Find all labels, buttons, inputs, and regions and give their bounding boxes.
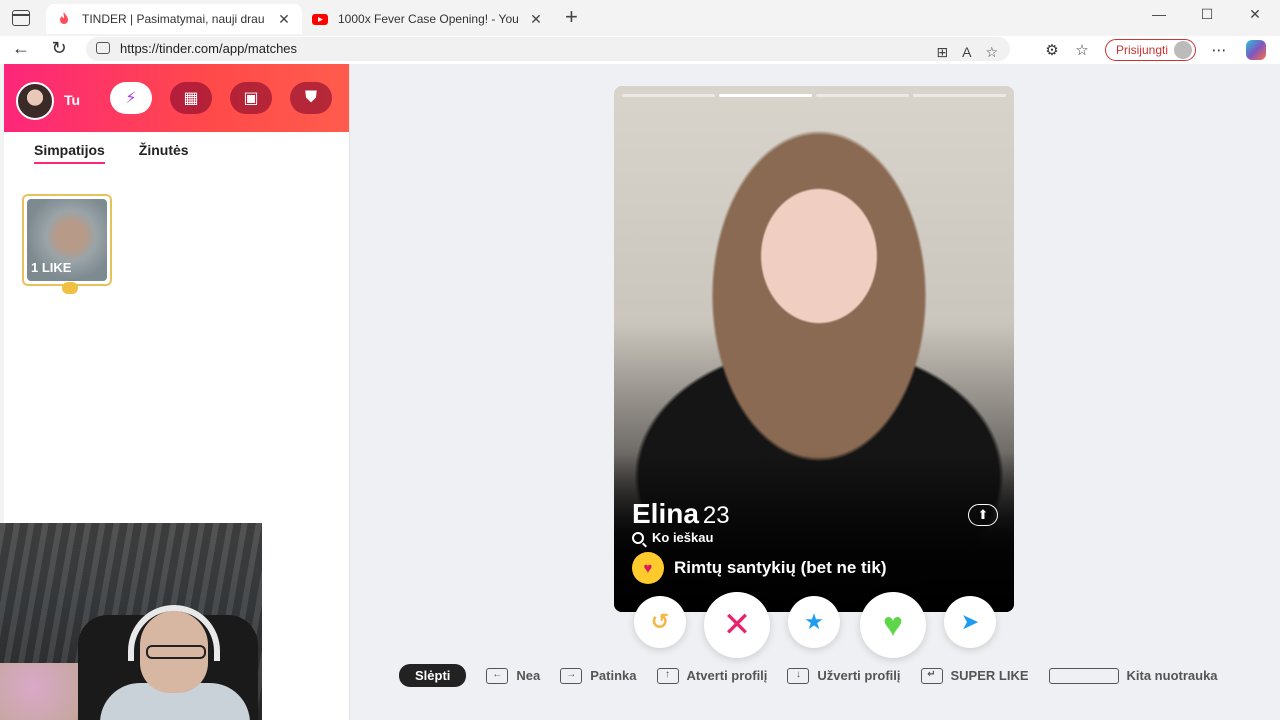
left-arrow-key-icon: ← bbox=[486, 667, 509, 684]
profile-card[interactable]: Elina 23 ⬆ Ko ieškau ♥ Rimtų santykių (be… bbox=[614, 86, 1014, 612]
tinder-flame-icon bbox=[60, 12, 68, 24]
heart-icon: ♥ bbox=[882, 605, 904, 644]
webcam-overlay bbox=[0, 523, 262, 720]
hide-hints-button[interactable]: Slėpti bbox=[399, 664, 467, 687]
login-label: Prisijungti bbox=[1115, 43, 1168, 57]
hint-nope: ← Nea bbox=[486, 667, 541, 684]
user-avatar[interactable] bbox=[16, 82, 54, 120]
open-profile-icon[interactable]: ⬆ bbox=[968, 504, 998, 526]
app-available-icon[interactable]: ⊞ bbox=[936, 40, 948, 64]
safety-shield-icon[interactable]: ⛊ bbox=[290, 82, 332, 114]
favorites-icon[interactable]: ☆ bbox=[1067, 41, 1097, 59]
right-arrow-key-icon: → bbox=[560, 667, 583, 684]
hint-label: Užverti profilį bbox=[817, 668, 901, 683]
super-like-button[interactable]: ★ bbox=[788, 596, 840, 648]
hint-next-photo: Kita nuotrauka bbox=[1048, 667, 1218, 684]
hint-label: Patinka bbox=[590, 668, 637, 683]
photo-bar[interactable] bbox=[816, 94, 909, 97]
photo-bar[interactable] bbox=[913, 94, 1006, 97]
looking-for-label: Ko ieškau bbox=[652, 530, 714, 545]
hint-like: → Patinka bbox=[560, 667, 637, 684]
send-icon: ➤ bbox=[960, 609, 980, 634]
url-bar[interactable]: https://tinder.com/app/matches ⊞ A ☆ bbox=[86, 37, 1010, 61]
hint-super-like: ↵ SUPER LIKE bbox=[920, 667, 1029, 684]
rewind-button[interactable]: ↺ bbox=[634, 596, 686, 648]
hint-close-profile: ↓ Užverti profilį bbox=[787, 667, 901, 684]
profile-avatar-icon bbox=[1174, 41, 1192, 59]
close-tab-icon[interactable]: ✕ bbox=[528, 11, 544, 28]
nope-button[interactable]: ✕ bbox=[704, 592, 770, 658]
photo-bar[interactable] bbox=[719, 94, 812, 97]
hint-open-profile: ↑ Atverti profilį bbox=[656, 667, 768, 684]
profile-login-button[interactable]: Prisijungti bbox=[1104, 39, 1196, 61]
space-key-icon bbox=[1048, 667, 1119, 684]
search-icon bbox=[632, 531, 644, 544]
maximize-icon[interactable]: ☐ bbox=[1184, 6, 1230, 23]
rewind-icon: ↺ bbox=[650, 609, 670, 634]
gold-heart-icon bbox=[62, 282, 78, 294]
new-tab-icon[interactable]: + bbox=[565, 6, 578, 28]
boost-lightning-icon[interactable]: ⚡ bbox=[110, 82, 152, 114]
address-toolbar: ← ↻ https://tinder.com/app/matches ⊞ A ☆… bbox=[0, 36, 1280, 64]
relationship-intent: ♥ Rimtų santykių (bet ne tik) bbox=[632, 552, 887, 584]
photo-progress-bars bbox=[622, 94, 1006, 97]
sidebar-header: Tu ⚡ ▦ ▣ ⛊ bbox=[4, 64, 349, 132]
tab-matches[interactable]: Simpatijos bbox=[34, 142, 105, 164]
boost-button[interactable]: ➤ bbox=[944, 596, 996, 648]
up-arrow-key-icon: ↑ bbox=[656, 667, 679, 684]
tab-messages[interactable]: Žinutės bbox=[139, 142, 189, 164]
tab-tinder[interactable]: TINDER | Pasimatymai, nauji drau ✕ bbox=[46, 4, 302, 34]
profile-age: 23 bbox=[702, 502, 730, 529]
work-briefcase-icon[interactable]: ▣ bbox=[230, 82, 272, 114]
looking-for-row: Ko ieškau bbox=[632, 530, 713, 545]
url-text: https://tinder.com/app/matches bbox=[120, 41, 298, 56]
down-arrow-key-icon: ↓ bbox=[787, 667, 810, 684]
profile-name: Elina 23 bbox=[632, 498, 730, 530]
back-icon[interactable]: ← bbox=[8, 38, 34, 59]
close-icon: ✕ bbox=[722, 606, 752, 644]
minimize-icon[interactable]: — bbox=[1136, 6, 1182, 22]
refresh-icon[interactable]: ↻ bbox=[46, 38, 72, 59]
enter-key-icon: ↵ bbox=[920, 667, 943, 684]
youtube-icon bbox=[312, 14, 328, 25]
more-menu-icon[interactable]: ⋯ bbox=[1204, 41, 1234, 59]
browser-tab-bar: TINDER | Pasimatymai, nauji drau ✕ 1000x… bbox=[0, 0, 1280, 36]
hint-label: Kita nuotrauka bbox=[1126, 668, 1218, 683]
heart-eyes-emoji-icon: ♥ bbox=[632, 552, 664, 584]
profile-name-text: Elina bbox=[632, 498, 699, 529]
likes-count-label: 1 LIKE bbox=[31, 260, 72, 275]
hint-label: SUPER LIKE bbox=[950, 668, 1029, 683]
photo-bar[interactable] bbox=[622, 94, 715, 97]
tab-actions-icon[interactable] bbox=[12, 10, 30, 26]
user-name[interactable]: Tu bbox=[64, 92, 80, 108]
likes-card[interactable]: 1 LIKE bbox=[22, 194, 112, 294]
extensions-icon[interactable]: ⚙ bbox=[1037, 41, 1067, 59]
close-window-icon[interactable]: ✕ bbox=[1232, 6, 1278, 23]
star-icon: ★ bbox=[804, 609, 824, 634]
favorite-star-icon[interactable]: ☆ bbox=[985, 40, 998, 64]
read-aloud-icon[interactable]: A bbox=[962, 40, 971, 64]
sidebar-tabs: Simpatijos Žinutės bbox=[34, 142, 189, 164]
action-buttons: ↺ ✕ ★ ♥ ➤ bbox=[616, 592, 1012, 658]
copilot-icon[interactable] bbox=[1246, 40, 1266, 60]
hint-label: Atverti profilį bbox=[686, 668, 768, 683]
close-tab-icon[interactable]: ✕ bbox=[276, 11, 292, 28]
keyboard-hints: Slėpti ← Nea → Patinka ↑ Atverti profilį ↓ U… bbox=[399, 664, 1218, 687]
site-info-icon[interactable] bbox=[96, 42, 110, 54]
tab-title: 1000x Fever Case Opening! - You bbox=[338, 12, 519, 26]
tab-title: TINDER | Pasimatymai, nauji drau bbox=[82, 12, 265, 26]
hint-label: Nea bbox=[516, 668, 541, 683]
intent-text: Rimtų santykių (bet ne tik) bbox=[674, 558, 887, 577]
blurred-photo: 1 LIKE bbox=[27, 199, 107, 281]
like-button[interactable]: ♥ bbox=[860, 592, 926, 658]
tab-youtube[interactable]: 1000x Fever Case Opening! - You ✕ bbox=[302, 4, 554, 34]
explore-icon[interactable]: ▦ bbox=[170, 82, 212, 114]
